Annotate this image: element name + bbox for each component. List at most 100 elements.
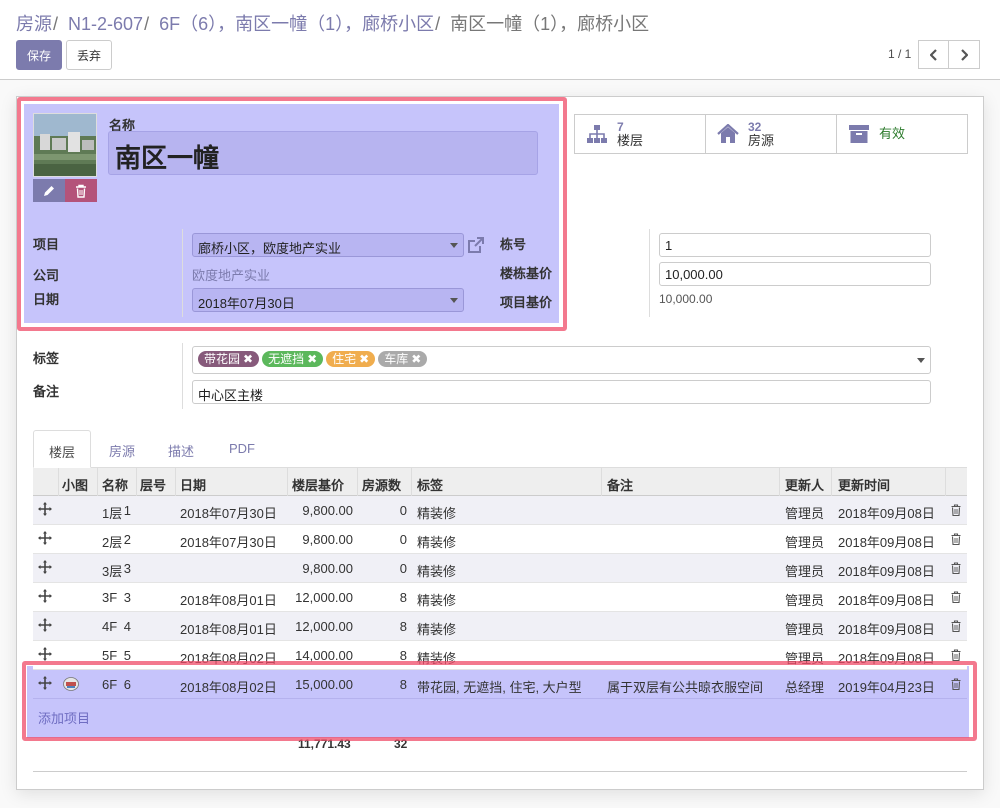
project-label: 项目 xyxy=(33,237,60,252)
floor-thumbnail-icon xyxy=(63,677,79,691)
cell-tags: 带花园, 无遮挡, 住宅, 大户型 xyxy=(417,680,582,695)
tab-description[interactable]: 描述 xyxy=(153,430,209,468)
column-header[interactable]: 标签 xyxy=(417,475,443,494)
drag-handle-icon[interactable] xyxy=(38,502,52,516)
table-row[interactable]: 3F 3 2018年08月01日 12,000.00 8 精装修 管理员 2018年09月08… xyxy=(33,583,967,612)
delete-image-button[interactable] xyxy=(65,179,97,202)
active-toggle-button[interactable]: 有效 xyxy=(836,114,968,154)
edit-image-button[interactable] xyxy=(33,179,65,202)
tag-badge[interactable]: 车库 ✖ xyxy=(378,351,428,367)
table-row[interactable]: 3层 3 9,800.00 0 精装修 管理员 2018年09月08日 xyxy=(33,554,967,583)
cell-date: 2018年08月01日 xyxy=(180,622,277,637)
add-line-link[interactable]: 添加项目 xyxy=(38,708,90,727)
notebook-tabs: 楼层 房源 描述 PDF xyxy=(33,430,967,468)
tags-label: 标签 xyxy=(33,351,60,366)
cell-floor: 3 xyxy=(123,590,131,605)
tag-name: 车库 xyxy=(384,352,409,366)
floors-label: 楼层 xyxy=(617,132,644,148)
cell-count: 8 xyxy=(399,590,407,605)
trash-icon[interactable] xyxy=(951,504,961,516)
cell-name: 3F xyxy=(102,590,118,605)
table-footer-line xyxy=(33,771,967,772)
chevron-down-icon[interactable] xyxy=(917,358,925,363)
rooms-label: 房源 xyxy=(748,132,775,148)
drag-handle-icon[interactable] xyxy=(38,531,52,545)
save-button[interactable]: 保存 xyxy=(16,40,62,70)
table-row[interactable]: 1层 1 2018年07月30日 9,800.00 0 精装修 管理员 2018年09月08日 xyxy=(33,496,967,525)
column-header[interactable]: 名称 xyxy=(102,475,128,494)
cell-floor: 1 xyxy=(123,503,131,518)
drag-handle-icon[interactable] xyxy=(38,560,52,574)
column-header[interactable]: 更新人 xyxy=(785,475,824,494)
rooms-count: 32 xyxy=(748,119,762,134)
table-row[interactable]: 5F 5 2018年08月02日 14,000.00 8 精装修 管理员 2018年09月08… xyxy=(33,641,967,670)
cell-name: 2层 xyxy=(102,535,123,550)
date-select[interactable]: 2018年07月30日 xyxy=(192,288,464,312)
breadcrumb-item[interactable]: N1-2-607 xyxy=(68,14,143,34)
drag-handle-icon[interactable] xyxy=(38,676,52,690)
project-price-value: 10,000.00 xyxy=(659,292,713,306)
column-divider xyxy=(831,468,832,496)
drag-handle-icon[interactable] xyxy=(38,647,52,661)
tab-rooms[interactable]: 房源 xyxy=(94,430,150,468)
drag-handle-icon[interactable] xyxy=(38,589,52,603)
divider xyxy=(649,229,650,317)
name-field[interactable]: 南区一幢 xyxy=(108,131,538,175)
tag-badge[interactable]: 无遮挡 ✖ xyxy=(262,351,324,367)
column-header[interactable]: 房源数 xyxy=(362,475,401,494)
column-header[interactable]: 更新时间 xyxy=(838,475,890,494)
breadcrumb-separator: / xyxy=(144,14,150,34)
tab-pdf[interactable]: PDF xyxy=(214,430,270,468)
column-header[interactable]: 备注 xyxy=(607,475,633,494)
tag-badge[interactable]: 住宅 ✖ xyxy=(326,351,376,367)
building-image[interactable] xyxy=(33,113,97,177)
tab-floors[interactable]: 楼层 xyxy=(33,430,92,468)
pager-buttons xyxy=(918,40,980,69)
cell-date: 2018年08月02日 xyxy=(180,680,277,695)
building-no-input[interactable]: 1 xyxy=(659,233,931,257)
date-value: 2018年07月30日 xyxy=(198,296,295,311)
building-no-label: 栋号 xyxy=(500,237,527,252)
trash-icon xyxy=(76,184,86,198)
drag-handle-icon[interactable] xyxy=(38,618,52,632)
trash-icon[interactable] xyxy=(951,562,961,574)
tag-name: 无遮挡 xyxy=(268,352,305,366)
breadcrumb-item[interactable]: 房源 xyxy=(16,14,52,34)
trash-icon[interactable] xyxy=(951,620,961,632)
cell-price: 15,000.00 xyxy=(295,677,353,692)
column-header[interactable]: 日期 xyxy=(180,475,206,494)
tags-input[interactable]: 带花园 ✖ 无遮挡 ✖ 住宅 ✖ 车库 ✖ xyxy=(192,346,931,374)
breadcrumb-item[interactable]: 6F（6），南区一幢（1），廊桥小区 xyxy=(159,14,434,34)
discard-button[interactable]: 丢弃 xyxy=(66,40,112,70)
trash-icon[interactable] xyxy=(951,678,961,690)
trash-icon[interactable] xyxy=(951,649,961,661)
cell-updater: 总经理 xyxy=(785,680,825,695)
cell-count: 8 xyxy=(399,619,407,634)
rooms-smart-button[interactable]: 32 房源 xyxy=(705,114,837,154)
home-icon xyxy=(716,123,740,145)
remove-tag-icon[interactable]: ✖ xyxy=(307,352,317,366)
base-price-input[interactable]: 10,000.00 xyxy=(659,262,931,286)
table-row[interactable]: 6F 6 2018年08月02日 15,000.00 8 带花园, 无遮挡, 住宅, 大户… xyxy=(33,670,967,699)
external-link-icon[interactable] xyxy=(467,236,485,254)
column-header[interactable]: 小图 xyxy=(62,475,88,494)
remove-tag-icon[interactable]: ✖ xyxy=(359,352,369,366)
trash-icon[interactable] xyxy=(951,591,961,603)
pager-previous-button[interactable] xyxy=(918,40,949,69)
remove-tag-icon[interactable]: ✖ xyxy=(411,352,421,366)
table-row[interactable]: 4F 4 2018年08月01日 12,000.00 8 精装修 管理员 2018年09月08… xyxy=(33,612,967,641)
table-row[interactable]: 2层 2 2018年07月30日 9,800.00 0 精装修 管理员 2018年09月08日 xyxy=(33,525,967,554)
floors-smart-button[interactable]: 7 楼层 xyxy=(574,114,706,154)
pager-next-button[interactable] xyxy=(949,40,980,69)
tag-badge[interactable]: 带花园 ✖ xyxy=(198,351,260,367)
cell-count: 8 xyxy=(399,677,407,692)
note-input[interactable]: 中心区主楼 xyxy=(192,380,931,404)
column-header[interactable]: 层号 xyxy=(140,475,166,494)
cell-date: 2018年07月30日 xyxy=(180,506,277,521)
tag-name: 带花园 xyxy=(204,352,241,366)
remove-tag-icon[interactable]: ✖ xyxy=(243,352,253,366)
trash-icon[interactable] xyxy=(951,533,961,545)
project-select[interactable]: 廊桥小区，欧度地产实业 xyxy=(192,233,464,257)
company-link[interactable]: 欧度地产实业 xyxy=(192,265,270,284)
column-header[interactable]: 楼层基价 xyxy=(292,475,344,494)
